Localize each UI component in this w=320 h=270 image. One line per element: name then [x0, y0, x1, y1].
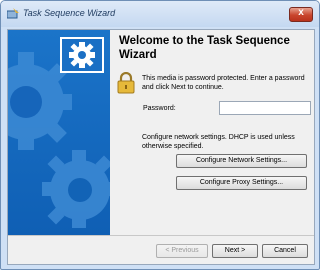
title-bar[interactable]: Task Sequence Wizard x	[1, 1, 319, 27]
wizard-banner	[8, 30, 110, 235]
next-button[interactable]: Next >	[212, 244, 258, 258]
password-protection-message: This media is password protected. Enter …	[142, 75, 305, 91]
task-sequence-wizard-window: Task Sequence Wizard x Welcome to the Ta…	[0, 0, 320, 270]
page-title: Welcome to the Task Sequence Wizard	[119, 35, 290, 61]
previous-button[interactable]: < Previous	[156, 244, 208, 258]
password-label: Password:	[143, 105, 176, 112]
configure-network-settings-button[interactable]: Configure Network Settings...	[176, 154, 307, 168]
close-button[interactable]: x	[289, 7, 313, 22]
password-input[interactable]	[219, 101, 311, 115]
footer-separator	[8, 235, 314, 236]
gear-icon	[69, 42, 95, 68]
wizard-content: Welcome to the Task Sequence Wizard This…	[7, 29, 315, 265]
configure-proxy-settings-button[interactable]: Configure Proxy Settings...	[176, 176, 307, 190]
wizard-logo	[60, 37, 104, 73]
network-settings-message: Configure network settings. DHCP is used…	[142, 134, 295, 150]
wizard-icon	[7, 8, 19, 19]
close-icon: x	[298, 7, 304, 18]
cancel-button[interactable]: Cancel	[262, 244, 308, 258]
window-title: Task Sequence Wizard	[23, 8, 116, 18]
padlock-icon	[117, 72, 135, 94]
